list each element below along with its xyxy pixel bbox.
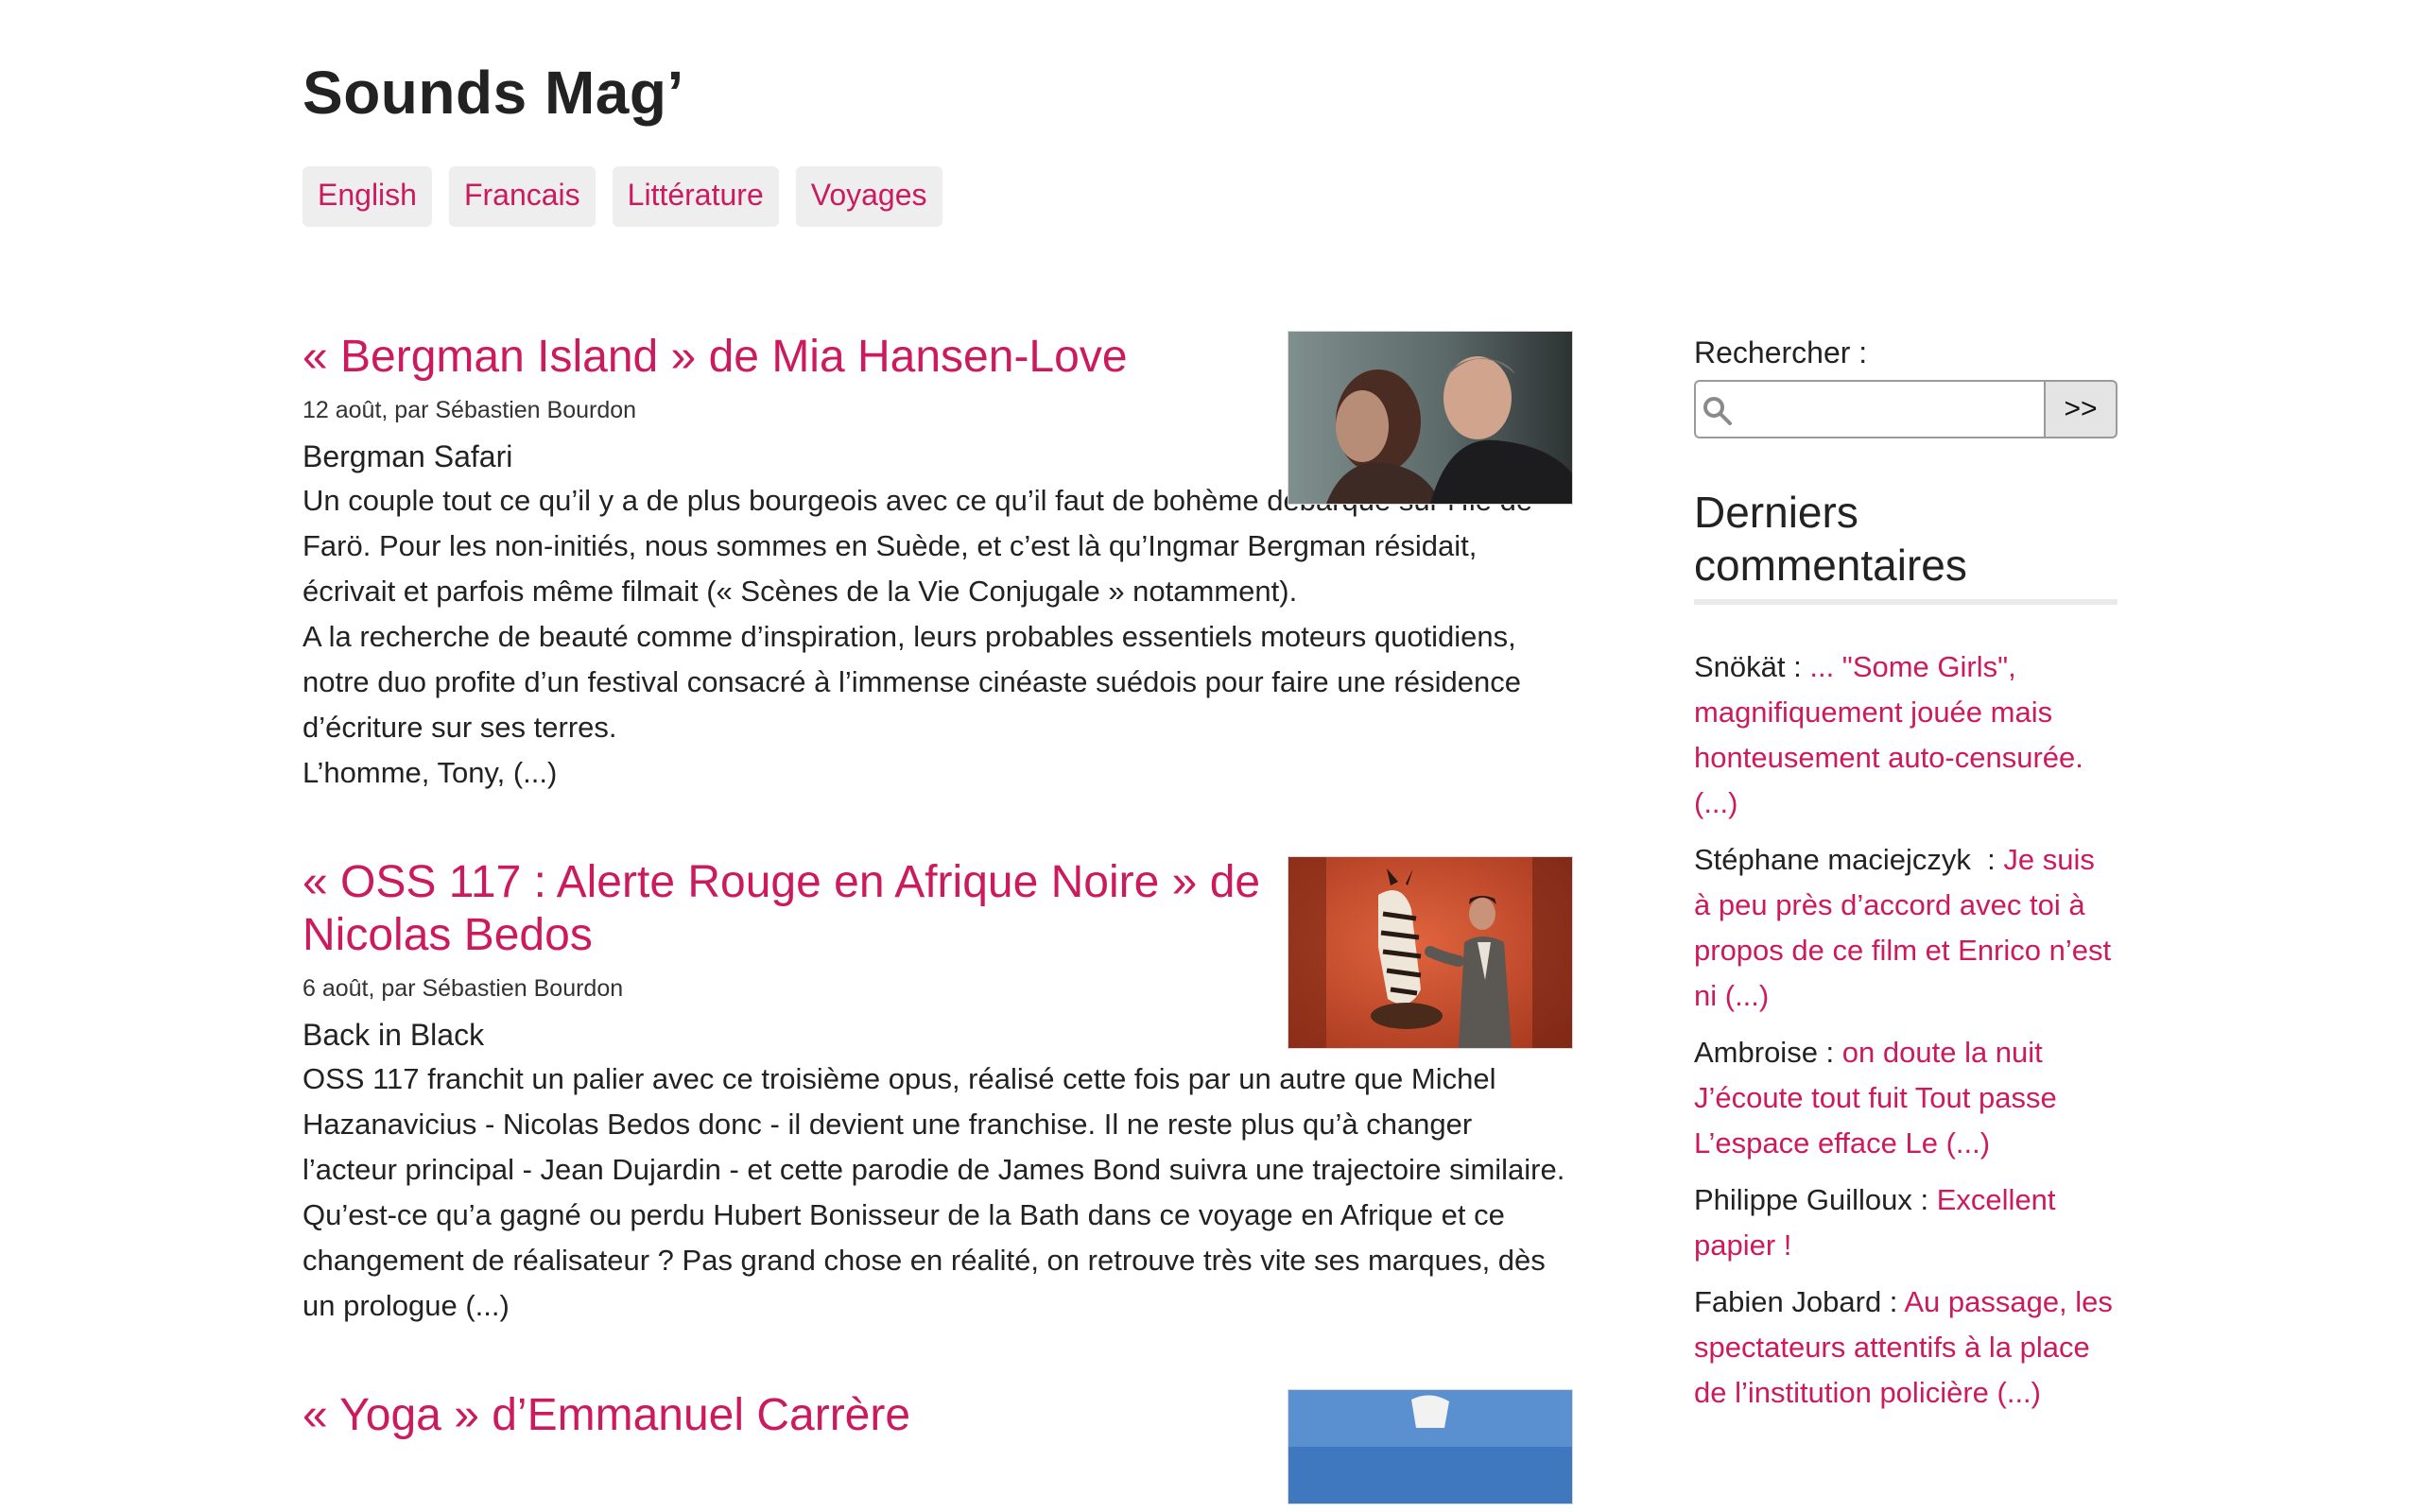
zebra-trophy-photo (1288, 857, 1572, 1048)
sidebar: Rechercher : >> Derniers commentaires Sn… (1694, 331, 2118, 1427)
recent-comments-title: Derniers commentaires (1694, 486, 2118, 605)
comment-author: Ambroise : (1694, 1036, 1842, 1069)
sky-photo (1288, 1390, 1572, 1503)
nav-litterature[interactable]: Littérature (612, 166, 779, 227)
comment-author: Philippe Guilloux : (1694, 1183, 1937, 1216)
search-form: >> (1694, 380, 2118, 438)
excerpt-paragraph: L’homme, Tony, (...) (302, 756, 558, 789)
couple-photo (1288, 332, 1572, 504)
category-nav: English Francais Littérature Voyages (302, 166, 942, 227)
comment-author: Fabien Jobard : (1694, 1285, 1905, 1318)
recent-comments-list: Snökät : ... "Some Girls", magnifiquemen… (1694, 644, 2118, 1416)
article-thumbnail[interactable] (1288, 331, 1573, 505)
comment-item: Snökät : ... "Some Girls", magnifiquemen… (1694, 644, 2118, 826)
excerpt-paragraph: OSS 117 franchit un palier avec ce trois… (302, 1062, 1565, 1186)
search-field[interactable] (1694, 380, 2044, 438)
comment-item: Ambroise : on doute la nuit J’écoute tou… (1694, 1030, 2118, 1166)
article-title-link[interactable]: « Yoga » d’Emmanuel Carrère (302, 1390, 910, 1440)
article-title-link[interactable]: « OSS 117 : Alerte Rouge en Afrique Noir… (302, 857, 1260, 960)
comment-item: Fabien Jobard : Au passage, les spectate… (1694, 1280, 2118, 1416)
comment-item: Philippe Guilloux : Excellent papier ! (1694, 1177, 2118, 1268)
nav-voyages[interactable]: Voyages (795, 166, 942, 227)
nav-francais[interactable]: Francais (448, 166, 596, 227)
excerpt-paragraph: A la recherche de beauté comme d’inspira… (302, 620, 1521, 744)
article-excerpt: OSS 117 franchit un palier avec ce trois… (302, 1057, 1573, 1329)
article-excerpt: Un couple tout ce qu’il y a de plus bour… (302, 478, 1573, 796)
article-thumbnail[interactable] (1288, 1389, 1573, 1504)
article-card: « Yoga » d’Emmanuel Carrère (302, 1389, 1573, 1504)
comment-author: Snökät : (1694, 650, 1810, 683)
article-list: « Bergman Island » de Mia Hansen-Love 12… (302, 331, 1573, 1504)
search-submit-button[interactable]: >> (2044, 380, 2118, 438)
article-card: « Bergman Island » de Mia Hansen-Love 12… (302, 331, 1573, 796)
site-title[interactable]: Sounds Mag’ (302, 55, 684, 130)
search-label: Rechercher : (1694, 335, 1868, 369)
article-thumbnail[interactable] (1288, 856, 1573, 1049)
comment-author: Stéphane maciejczyk : (1694, 843, 2004, 876)
search-icon (1703, 397, 1732, 425)
article-card: « OSS 117 : Alerte Rouge en Afrique Noir… (302, 856, 1573, 1329)
search-input[interactable] (1737, 389, 2034, 431)
article-title-link[interactable]: « Bergman Island » de Mia Hansen-Love (302, 332, 1128, 382)
nav-english[interactable]: English (302, 166, 432, 227)
excerpt-paragraph: Qu’est-ce qu’a gagné ou perdu Hubert Bon… (302, 1198, 1546, 1322)
comment-item: Stéphane maciejczyk : Je suis à peu près… (1694, 837, 2118, 1019)
